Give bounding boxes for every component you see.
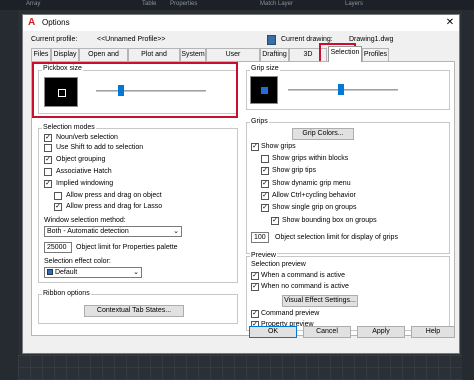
dynamic-grip-menu-checkbox[interactable]: ✓ (261, 180, 269, 188)
associative-hatch-checkbox[interactable] (44, 168, 52, 176)
press-drag-object-label: Allow press and drag on object (66, 192, 162, 199)
drawing-file-icon (267, 35, 276, 45)
ok-button[interactable]: OK (249, 326, 297, 338)
press-drag-lasso-checkbox[interactable]: ✓ (54, 203, 62, 211)
drawing-grid (18, 355, 462, 380)
tab-selection[interactable]: Selection (328, 46, 362, 62)
contextual-tab-states-button[interactable]: Contextual Tab States... (84, 305, 184, 317)
effect-color-label: Selection effect color: (44, 258, 111, 265)
preview-no-command-label: When no command is active (261, 283, 349, 290)
selection-preview-label: Selection preview (251, 261, 306, 268)
ribbon-options-label: Ribbon options (42, 290, 91, 297)
command-preview-label: Command preview (261, 310, 320, 317)
ribbon-item[interactable]: Table (142, 1, 156, 7)
ribbon-item[interactable]: Layers (345, 1, 363, 7)
autocad-ribbon-strip: Array Table Properties Match Layer Layer… (0, 0, 474, 10)
command-preview-checkbox[interactable]: ✓ (251, 310, 259, 318)
selection-tab-panel: Pickbox size Selection modes ✓ Noun/verb… (31, 61, 455, 336)
ribbon-item[interactable]: Array (26, 1, 40, 7)
properties-object-limit-label: Object limit for Properties palette (76, 244, 178, 251)
options-dialog: A Options ✕ Current profile: <<Unnamed P… (22, 14, 460, 354)
grip-object-limit-input[interactable]: 100 (251, 232, 269, 243)
single-grip-groups-label: Show single grip on groups (272, 204, 357, 211)
current-drawing-value: Drawing1.dwg (349, 36, 394, 43)
pickbox-highlight (32, 62, 238, 118)
grip-size-slider-thumb[interactable] (337, 84, 344, 95)
press-drag-lasso-label: Allow press and drag for Lasso (66, 203, 163, 210)
tab-drafting[interactable]: Drafting (260, 48, 289, 61)
noun-verb-checkbox[interactable]: ✓ (44, 134, 52, 142)
ctrl-cycling-checkbox[interactable]: ✓ (261, 192, 269, 200)
close-icon[interactable]: ✕ (443, 16, 457, 30)
associative-hatch-label: Associative Hatch (56, 168, 112, 175)
grip-tips-checkbox[interactable]: ✓ (261, 167, 269, 175)
tab-system[interactable]: System (180, 48, 206, 61)
chevron-down-icon: ⌄ (133, 269, 139, 276)
visual-effect-settings-button[interactable]: Visual Effect Settings... (282, 295, 358, 307)
grip-preview-square (261, 87, 268, 94)
ribbon-item[interactable]: Properties (170, 1, 197, 7)
effect-color-value: Default (54, 269, 78, 276)
current-profile-label: Current profile: (31, 36, 78, 43)
shift-add-checkbox[interactable] (44, 144, 52, 152)
tab-files[interactable]: Files (31, 48, 51, 61)
noun-verb-label: Noun/verb selection (56, 134, 118, 141)
single-grip-groups-checkbox[interactable]: ✓ (261, 204, 269, 212)
grips-within-blocks-checkbox[interactable] (261, 155, 269, 163)
implied-windowing-label: Implied windowing (56, 180, 114, 187)
help-button[interactable]: Help (411, 326, 455, 338)
tab-plot-and-publish[interactable]: Plot and Publish (128, 48, 180, 70)
show-grips-label: Show grips (261, 143, 296, 150)
current-profile-value: <<Unnamed Profile>> (97, 36, 166, 43)
grip-colors-button[interactable]: Grip Colors... (292, 128, 354, 140)
properties-object-limit-input[interactable]: 25000 (44, 242, 72, 253)
grip-object-limit-label: Object selection limit for display of gr… (275, 234, 398, 241)
cancel-button[interactable]: Cancel (303, 326, 351, 338)
press-drag-object-checkbox[interactable] (54, 192, 62, 200)
bounding-box-groups-label: Show bounding box on groups (282, 217, 377, 224)
bounding-box-groups-checkbox[interactable]: ✓ (271, 217, 279, 225)
autocad-right-panel (462, 10, 474, 380)
window-method-label: Window selection method: (44, 217, 126, 224)
tab-open-and-save[interactable]: Open and Save (79, 48, 128, 70)
apply-button[interactable]: Apply (357, 326, 405, 338)
shift-add-label: Use Shift to add to selection (56, 144, 144, 151)
grip-size-preview (250, 76, 278, 104)
dynamic-grip-menu-label: Show dynamic grip menu (272, 180, 351, 187)
autocad-left-panel (0, 10, 18, 380)
ribbon-item[interactable]: Match Layer (260, 1, 293, 7)
tab-user-preferences[interactable]: User Preferences (206, 48, 260, 70)
grip-size-label: Grip size (250, 65, 280, 72)
object-grouping-label: Object grouping (56, 156, 106, 163)
preview-no-command-checkbox[interactable]: ✓ (251, 283, 259, 291)
color-swatch-icon (47, 269, 53, 276)
preview-command-active-label: When a command is active (261, 272, 346, 279)
preview-label: Preview (250, 252, 277, 259)
profile-row: Current profile: <<Unnamed Profile>> Cur… (31, 35, 451, 46)
current-drawing-label: Current drawing: (281, 36, 333, 43)
show-grips-checkbox[interactable]: ✓ (251, 143, 259, 151)
dialog-titlebar[interactable]: A Options ✕ (23, 15, 459, 31)
preview-command-active-checkbox[interactable]: ✓ (251, 272, 259, 280)
grips-label: Grips (250, 118, 269, 125)
dialog-title: Options (42, 18, 70, 27)
implied-windowing-checkbox[interactable]: ✓ (44, 180, 52, 188)
object-grouping-checkbox[interactable]: ✓ (44, 156, 52, 164)
window-method-select[interactable]: Both - Automatic detection ⌄ (44, 226, 182, 237)
selection-modes-label: Selection modes (42, 124, 96, 131)
grip-tips-label: Show grip tips (272, 167, 316, 174)
chevron-down-icon: ⌄ (173, 228, 179, 235)
tab-display[interactable]: Display (51, 48, 79, 61)
grips-within-blocks-label: Show grips within blocks (272, 155, 349, 162)
window-method-value: Both - Automatic detection (47, 228, 129, 235)
tab-profiles[interactable]: Profiles (362, 48, 389, 61)
autocad-logo-icon: A (28, 17, 36, 28)
ctrl-cycling-label: Allow Ctrl+cycling behavior (272, 192, 356, 199)
effect-color-select[interactable]: Default ⌄ (44, 267, 142, 278)
